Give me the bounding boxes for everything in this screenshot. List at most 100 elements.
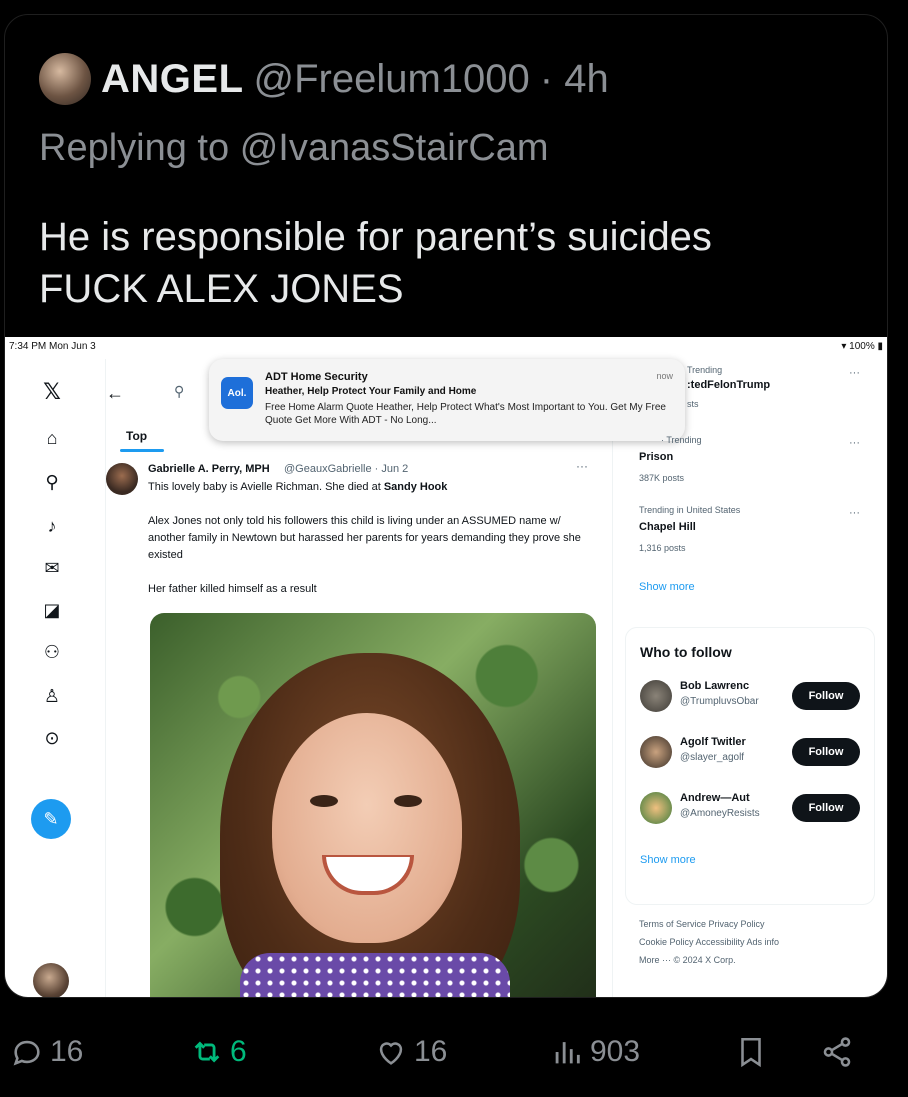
who-to-follow-title: Who to follow — [640, 644, 732, 660]
notification-subtitle: Heather, Help Protect Your Family and Ho… — [265, 386, 477, 397]
share-action[interactable] — [820, 1030, 854, 1074]
right-column: Trending :tedFelonTrump sts ··· · Trendi… — [625, 359, 881, 997]
author-name[interactable]: ANGEL — [101, 57, 244, 102]
reply-count: 16 — [50, 1035, 84, 1068]
follow-handle-1: @TrumpluvsObar — [680, 696, 759, 707]
follow-button-3[interactable]: Follow — [792, 794, 860, 822]
photo-face — [272, 713, 462, 943]
tweet-time: · 4h — [539, 56, 609, 101]
repost-icon — [194, 1041, 220, 1063]
bookmark-action[interactable] — [734, 1030, 768, 1074]
compose-icon[interactable]: ✎ — [31, 799, 71, 839]
footer-line-2[interactable]: Cookie Policy Accessibility Ads info — [639, 937, 779, 947]
trend-label-3: Trending in United States — [639, 505, 741, 515]
notification-body: Free Home Alarm Quote Heather, Help Prot… — [265, 402, 666, 426]
account-avatar[interactable] — [33, 963, 69, 997]
bell-icon[interactable]: ♪ — [41, 515, 63, 537]
follow-name-3[interactable]: Andrew—Aut — [680, 792, 790, 804]
follow-avatar-2[interactable] — [640, 736, 672, 768]
trend-posts-2: 387K posts — [639, 473, 685, 483]
trend-name-1[interactable]: :tedFelonTrump — [687, 379, 770, 391]
post-line-1-text: This lovely baby is Avielle Richman. She… — [148, 481, 384, 493]
replying-to-handle[interactable]: @IvanasStairCam — [240, 127, 549, 169]
views-icon — [555, 1042, 580, 1064]
reply-icon — [13, 1040, 40, 1066]
trend-more-icon-1[interactable]: ··· — [849, 367, 860, 379]
post-author-name[interactable]: Gabrielle A. Perry, MPH — [148, 463, 270, 475]
tweet-header: ANGEL @Freelum1000 · 4h — [39, 53, 609, 105]
like-count: 16 — [414, 1035, 448, 1068]
post-author-handle[interactable]: @GeauxGabrielle · Jun 2 — [284, 463, 408, 475]
attached-screenshot[interactable]: 7:34 PM Mon Jun 3 ▾ 100% ▮ 𝕏 ⌂ ⚲ ♪ ✉ ◪ ⚇… — [5, 337, 887, 997]
post-line-1: This lovely baby is Avielle Richman. She… — [148, 479, 598, 496]
tweet-text-line-2: FUCK ALEX JONES — [39, 267, 404, 311]
mail-icon[interactable]: ✉ — [41, 557, 63, 579]
search-bar-icon[interactable]: ⚲ — [174, 383, 184, 400]
battery-level: 100% — [849, 341, 875, 352]
status-bar: 7:34 PM Mon Jun 3 ▾ 100% ▮ — [5, 337, 887, 359]
photo-eye-left — [310, 795, 338, 807]
post-paragraph-3: Her father killed himself as a result — [148, 583, 317, 595]
views-action[interactable]: 903 — [550, 1030, 640, 1074]
aol-app-icon: Aol. — [221, 377, 253, 409]
notification-title: ADT Home Security — [265, 371, 368, 383]
home-icon[interactable]: ⌂ — [41, 427, 63, 449]
repost-action[interactable]: 6 — [190, 1030, 247, 1074]
post-photo[interactable] — [150, 613, 596, 997]
post-more-icon[interactable]: ··· — [576, 459, 588, 473]
trend-posts-1: sts — [687, 399, 699, 409]
photo-dress — [240, 953, 510, 997]
status-time: 7:34 PM Mon Jun 3 — [9, 341, 96, 352]
follow-button-2[interactable]: Follow — [792, 738, 860, 766]
post-avatar[interactable] — [106, 463, 138, 495]
trends-show-more[interactable]: Show more — [639, 581, 695, 593]
grok-icon[interactable]: ◪ — [41, 599, 63, 621]
communities-icon[interactable]: ⚇ — [41, 641, 63, 663]
footer-line-1[interactable]: Terms of Service Privacy Policy — [639, 919, 765, 929]
replying-to-prefix: Replying to — [39, 127, 230, 169]
tweet-text: He is responsible for parent’s suicides … — [39, 211, 859, 315]
follow-handle-3: @AmoneyResists — [680, 808, 760, 819]
reply-action[interactable]: 16 — [10, 1030, 83, 1074]
follow-name-1[interactable]: Bob Lawrenc — [680, 680, 790, 692]
trend-name-3[interactable]: Chapel Hill — [639, 521, 696, 533]
trend-more-icon-2[interactable]: ··· — [849, 437, 860, 449]
replying-to: Replying to @IvanasStairCam — [39, 127, 549, 170]
tweet-actions: 16 6 16 903 — [0, 1030, 908, 1080]
post-line-1-bold: Sandy Hook — [383, 481, 448, 493]
footer-line-3[interactable]: More ··· © 2024 X Corp. — [639, 955, 736, 965]
follow-name-2[interactable]: Agolf Twitler — [680, 736, 790, 748]
follow-handle-2: @slayer_agolf — [680, 752, 745, 763]
bookmark-icon — [741, 1037, 761, 1068]
photo-eye-right — [394, 795, 422, 807]
profile-icon[interactable]: ♙ — [41, 685, 63, 707]
x-logo-icon[interactable]: 𝕏 — [41, 379, 63, 404]
follow-avatar-3[interactable] — [640, 792, 672, 824]
main-column: ← ⚲ Top Gabrielle A. Perry, MPH @GeauxGa… — [105, 359, 613, 997]
share-icon — [823, 1037, 851, 1067]
repost-count: 6 — [230, 1035, 247, 1068]
follow-button-1[interactable]: Follow — [792, 682, 860, 710]
trend-label-2: · Trending — [661, 435, 702, 445]
views-count: 903 — [590, 1035, 641, 1068]
author-avatar[interactable] — [39, 53, 91, 105]
heart-icon — [379, 1042, 403, 1065]
search-icon[interactable]: ⚲ — [41, 471, 63, 493]
back-arrow-icon[interactable]: ← — [106, 383, 124, 404]
photo-smile — [322, 855, 414, 895]
tab-indicator — [120, 449, 164, 452]
x-sidebar: 𝕏 ⌂ ⚲ ♪ ✉ ◪ ⚇ ♙ ⊙ ✎ — [5, 359, 105, 997]
follow-avatar-1[interactable] — [640, 680, 672, 712]
follow-show-more[interactable]: Show more — [640, 854, 696, 866]
trend-more-icon-3[interactable]: ··· — [849, 507, 860, 519]
push-notification[interactable]: Aol. ADT Home Security Heather, Help Pro… — [209, 359, 685, 441]
trend-name-2[interactable]: Prison — [639, 451, 673, 463]
tweet-card: ANGEL @Freelum1000 · 4h Replying to @Iva… — [4, 14, 888, 998]
tab-top[interactable]: Top — [126, 429, 147, 443]
trend-posts-3: 1,316 posts — [639, 543, 686, 553]
author-handle[interactable]: @Freelum1000 — [254, 57, 530, 102]
like-action[interactable]: 16 — [374, 1030, 447, 1074]
post-paragraph-2: Alex Jones not only told his followers t… — [148, 515, 581, 561]
battery-indicator: ▾ 100% ▮ — [841, 341, 883, 352]
more-icon[interactable]: ⊙ — [41, 727, 63, 749]
